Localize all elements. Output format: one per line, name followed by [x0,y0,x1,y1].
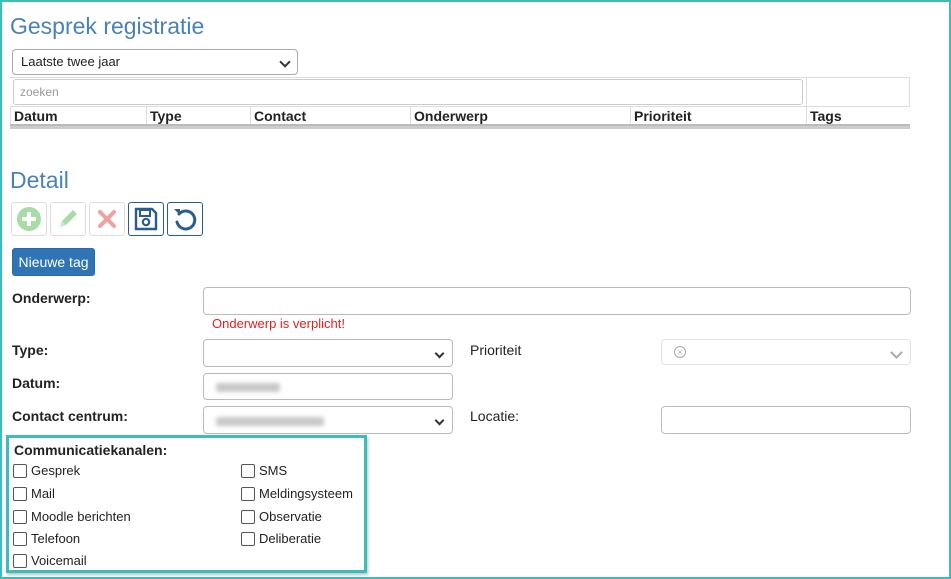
column-header-type[interactable]: Type [146,107,250,124]
chevron-down-icon [890,346,903,359]
add-button[interactable] [11,202,47,236]
chevron-down-icon [434,348,445,359]
redacted-contact-centrum [216,417,324,426]
locatie-input[interactable] [661,406,911,434]
datum-input[interactable] [203,373,453,400]
floppy-disk-icon [134,207,158,231]
chevron-down-icon [279,56,291,68]
checkbox-meldingsysteem[interactable]: Meldingsysteem [241,486,353,501]
prioriteit-label: Prioriteit [470,342,522,358]
locatie-label: Locatie: [470,408,520,424]
prioriteit-select[interactable]: × [661,339,911,365]
checkbox-box[interactable] [13,509,27,524]
period-select-value: Laatste twee jaar [21,54,121,69]
checkbox-box[interactable] [13,531,27,546]
grid-bottom-border [10,126,910,129]
clear-icon[interactable]: × [674,346,686,358]
delete-button[interactable] [89,202,125,236]
onderwerp-input[interactable] [203,287,911,315]
checkbox-box[interactable] [241,531,255,546]
checkbox-moodle-berichten[interactable]: Moodle berichten [13,509,131,524]
type-select[interactable] [203,339,453,367]
column-header-onderwerp[interactable]: Onderwerp [410,107,630,124]
checkbox-voicemail[interactable]: Voicemail [13,553,87,568]
save-button[interactable] [128,202,164,236]
new-tag-button[interactable]: Nieuwe tag [12,248,95,276]
communicatiekanalen-label: Communicatiekanalen: [14,442,168,458]
search-input[interactable]: zoeken [13,79,803,105]
plus-circle-icon [17,207,41,231]
checkbox-box[interactable] [241,486,255,501]
checkbox-label: Telefoon [31,531,81,546]
period-select[interactable]: Laatste twee jaar [12,49,298,75]
chevron-down-icon [434,415,445,426]
search-row-spacer [806,77,910,107]
checkbox-label: SMS [259,463,288,478]
checkbox-mail[interactable]: Mail [13,486,55,501]
column-header-datum[interactable]: Datum [10,107,146,124]
pencil-icon [60,210,77,227]
contact-centrum-label: Contact centrum: [12,408,128,424]
page-title: Gesprek registratie [10,13,205,39]
redacted-date [216,383,280,392]
checkbox-label: Deliberatie [259,531,322,546]
checkbox-gesprek[interactable]: Gesprek [13,463,80,478]
x-icon [98,210,116,228]
checkbox-label: Moodle berichten [31,509,131,524]
checkbox-label: Voicemail [31,553,87,568]
undo-button[interactable] [167,202,203,236]
checkbox-label: Observatie [259,509,322,524]
edit-button[interactable] [50,202,86,236]
checkbox-label: Meldingsysteem [259,486,353,501]
detail-title: Detail [10,167,69,193]
checkbox-label: Mail [31,486,55,501]
column-header-tags[interactable]: Tags [806,107,910,124]
checkbox-box[interactable] [13,553,27,568]
checkbox-observatie[interactable]: Observatie [241,509,322,524]
checkbox-sms[interactable]: SMS [241,463,287,478]
checkbox-label: Gesprek [31,463,81,478]
checkbox-telefoon[interactable]: Telefoon [13,531,80,546]
type-label: Type: [12,342,49,358]
checkbox-box[interactable] [13,463,27,478]
checkbox-box[interactable] [13,486,27,501]
datum-label: Datum: [12,375,61,391]
contact-centrum-select[interactable] [203,406,453,434]
detail-toolbar [11,202,203,236]
undo-icon [174,209,197,231]
checkbox-box[interactable] [241,463,255,478]
onderwerp-label: Onderwerp: [12,290,91,306]
grid-header: Datum Type Contact Onderwerp Prioriteit … [10,106,910,126]
checkbox-box[interactable] [241,509,255,524]
onderwerp-error: Onderwerp is verplicht! [212,316,345,331]
column-header-contact[interactable]: Contact [250,107,410,124]
checkbox-deliberatie[interactable]: Deliberatie [241,531,321,546]
communicatiekanalen-group: Communicatiekanalen: Gesprek Mail Moodle… [6,435,367,573]
column-header-prioriteit[interactable]: Prioriteit [630,107,806,124]
